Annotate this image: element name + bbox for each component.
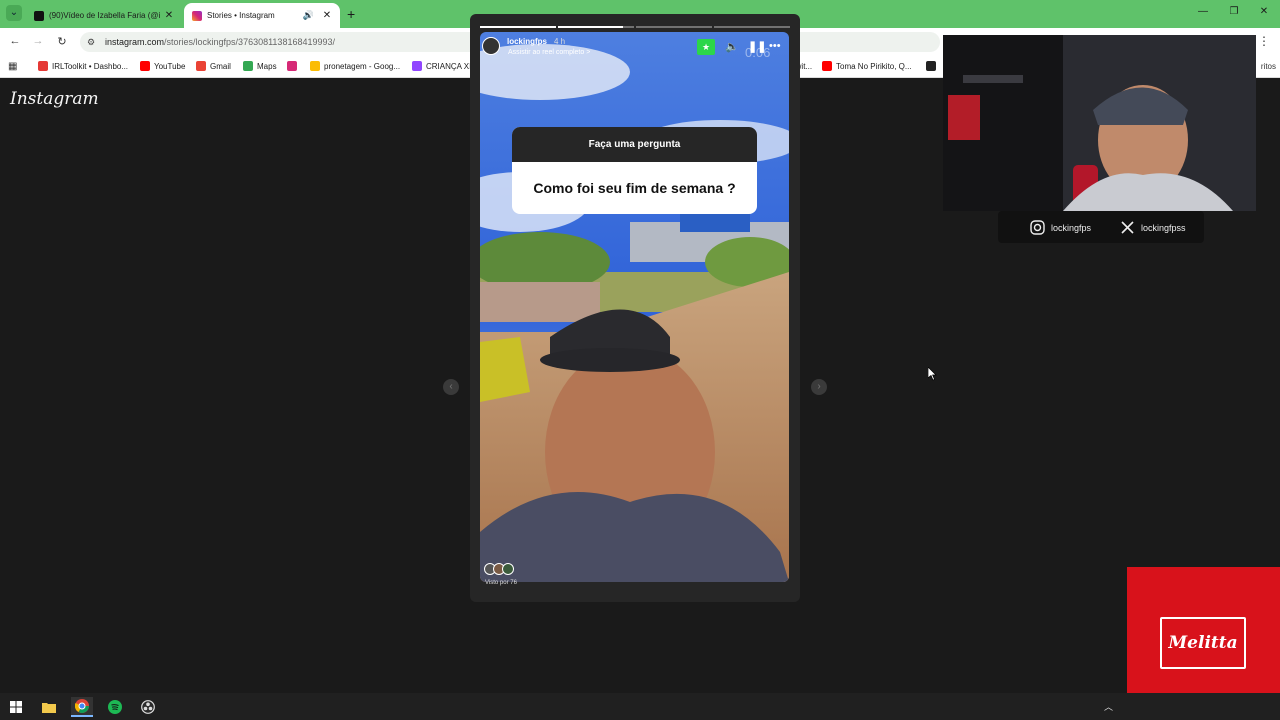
bookmark-label: Maps	[257, 61, 277, 71]
more-options-icon[interactable]: •••	[769, 40, 781, 52]
bookmark-label: pronetagem - Goog...	[324, 61, 401, 71]
new-tab-button[interactable]: +	[347, 6, 355, 22]
url-host: instagram.com	[105, 37, 165, 47]
volume-icon[interactable]: 🔈	[725, 40, 739, 53]
taskbar: ︿	[0, 693, 1280, 720]
url-path: /stories/lockingfps/3763081138168419993/	[164, 37, 335, 47]
spotify-icon[interactable]	[104, 697, 126, 717]
url-text[interactable]: instagram.com/stories/lockingfps/3763081…	[105, 37, 335, 47]
instagram-handle-text: lockingfps	[1051, 222, 1092, 233]
progress-segment	[714, 26, 790, 28]
twitch-icon	[412, 61, 422, 71]
bookmark-item[interactable]: IRLToolkit • Dashbo...	[38, 61, 128, 71]
bookmark-item[interactable]	[287, 61, 301, 71]
avatar[interactable]	[482, 37, 500, 55]
x-twitter-icon	[1121, 221, 1134, 234]
speaker-icon[interactable]: 🔊	[303, 10, 314, 21]
story-header: lockingfps 4 h Assistir ao reel completo…	[480, 34, 789, 60]
progress-segment	[558, 26, 634, 28]
question-sticker-header: Faça uma pergunta	[512, 127, 757, 162]
next-story-icon[interactable]: ›	[811, 379, 827, 395]
maps-icon	[243, 61, 253, 71]
minimize-icon[interactable]: —	[1193, 6, 1213, 17]
pause-icon[interactable]: ❚❚	[748, 40, 766, 53]
windows-start-icon[interactable]	[5, 697, 27, 717]
story-media[interactable]	[480, 32, 789, 582]
close-window-icon[interactable]: ✕	[1254, 6, 1274, 17]
gmail-icon	[196, 61, 206, 71]
viewer-avatar	[502, 563, 514, 575]
google-drive-icon	[310, 61, 320, 71]
close-tab-icon[interactable]: ✕	[164, 10, 174, 21]
tab-tiktok[interactable]: (90)Vídeo de Izabella Faria (@i ✕	[26, 3, 182, 28]
bookmark-item[interactable]: pronetagem - Goog...	[310, 61, 400, 71]
other-bookmarks[interactable]: ritos	[1261, 62, 1276, 71]
youtube-icon	[822, 61, 832, 71]
chrome-icon[interactable]	[71, 697, 93, 717]
story-viewers[interactable]	[484, 563, 524, 577]
webcam-overlay	[943, 35, 1256, 211]
bookmark-item[interactable]: Maps	[243, 61, 277, 71]
bookmark-item[interactable]: Toma No Pirikito, Q...	[822, 61, 912, 71]
melitta-logo: Melitta	[1160, 617, 1246, 669]
instagram-logo[interactable]: Instagram	[10, 89, 99, 109]
close-friends-star-icon[interactable]: ★	[697, 39, 715, 55]
seen-by-count[interactable]: Visto por 76	[485, 580, 517, 586]
mouse-cursor-icon	[928, 367, 937, 381]
story-time: 4 h	[554, 37, 566, 46]
restore-icon[interactable]: ❐	[1224, 6, 1244, 17]
file-explorer-icon[interactable]	[38, 697, 60, 717]
bookmark-label: Gmail	[210, 61, 231, 71]
system-tray-chevron-icon[interactable]: ︿	[1104, 700, 1113, 713]
obs-icon[interactable]	[137, 697, 159, 717]
instagram-icon	[1030, 220, 1045, 235]
instagram-handle: lockingfps	[1030, 220, 1091, 235]
question-sticker[interactable]: Faça uma pergunta Como foi seu fim de se…	[512, 127, 757, 214]
youtube-icon	[140, 61, 150, 71]
back-icon[interactable]: ←	[8, 35, 22, 47]
forward-icon[interactable]: →	[31, 35, 45, 47]
story-username[interactable]: lockingfps	[507, 37, 547, 46]
bookmark-item[interactable]: YouTube	[140, 61, 185, 71]
instagram-icon	[192, 10, 202, 21]
bookmark-item[interactable]: Gmail	[196, 61, 231, 71]
tab-title: Stories • Instagram	[207, 11, 275, 20]
x-handle-text: lockingfpss	[1141, 222, 1186, 233]
x-handle: lockingfpss	[1120, 220, 1186, 235]
tiktok-icon	[34, 10, 44, 21]
tab-instagram-stories[interactable]: Stories • Instagram 🔊 ✕	[184, 3, 340, 28]
globe-icon	[926, 61, 936, 71]
reload-icon[interactable]: ↻	[55, 35, 69, 48]
progress-segment	[480, 26, 556, 28]
bookmark-item[interactable]	[926, 61, 940, 71]
irltoolkit-icon	[38, 61, 48, 71]
story-progress	[480, 26, 790, 28]
site-info-icon[interactable]: ⚙	[87, 37, 95, 48]
progress-segment	[636, 26, 712, 28]
apps-grid-icon[interactable]: ▦	[8, 61, 17, 72]
close-tab-icon[interactable]: ✕	[322, 10, 332, 21]
watch-full-reel-link[interactable]: Assistir ao reel completo >	[508, 49, 590, 56]
instagram-icon	[287, 61, 297, 71]
question-sticker-text: Como foi seu fim de semana ?	[533, 180, 736, 196]
melitta-logo-text: Melitta	[1168, 633, 1238, 653]
tab-search-chevron-icon[interactable]: ⌄	[6, 5, 22, 21]
tab-title: (90)Vídeo de Izabella Faria (@i	[49, 11, 160, 20]
previous-story-icon[interactable]: ‹	[443, 379, 459, 395]
bookmark-label: YouTube	[154, 61, 186, 71]
bookmark-label: Toma No Pirikito, Q...	[836, 61, 912, 71]
social-handles-overlay: lockingfps lockingfpss	[998, 211, 1204, 243]
bookmark-label: IRLToolkit • Dashbo...	[52, 61, 129, 71]
browser-menu-icon[interactable]: ⋮	[1258, 34, 1270, 48]
